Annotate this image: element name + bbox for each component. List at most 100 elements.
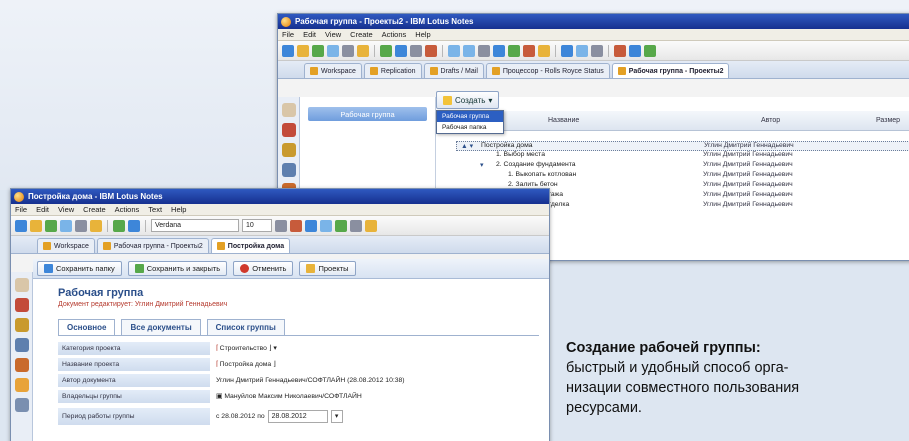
refresh-icon[interactable] (113, 219, 125, 232)
font-size-select[interactable]: 10 (242, 219, 272, 232)
bookmarks-icon[interactable] (14, 278, 29, 292)
mark-icon[interactable] (523, 44, 535, 57)
menu-create[interactable]: Create (83, 205, 106, 214)
folder-icon[interactable] (297, 44, 309, 57)
bullets-icon[interactable] (350, 219, 362, 232)
menu-actions[interactable]: Actions (382, 30, 407, 39)
column-size[interactable]: Размер (876, 117, 900, 124)
calendar-icon[interactable] (538, 44, 550, 57)
todo-side-icon[interactable] (14, 358, 29, 372)
italic-icon[interactable] (305, 219, 317, 232)
window-titlebar[interactable]: Рабочая группа - Проекты2 - IBM Lotus No… (278, 14, 909, 29)
menu-edit[interactable]: Edit (303, 30, 316, 39)
menu-view[interactable]: View (58, 205, 74, 214)
table-row[interactable]: ▾ 2. Создание фундамента Углин Дмитрий Г… (456, 161, 909, 171)
contacts-side-icon[interactable] (281, 163, 296, 177)
open-icon[interactable] (282, 44, 294, 57)
field-category-value[interactable]: ⌈Строительство ⌋ ▾ (210, 344, 277, 352)
attach-icon[interactable] (493, 44, 505, 57)
expand-twistie-icon[interactable]: ▲ ▾ (461, 142, 473, 150)
text-color-icon[interactable] (275, 219, 287, 232)
menu-item-workgroup[interactable]: Рабочая группа (437, 111, 503, 122)
nav-next-icon[interactable] (591, 44, 603, 57)
menu-view[interactable]: View (325, 30, 341, 39)
tab-mail[interactable]: Drafts / Mail (423, 63, 484, 78)
tab-main[interactable]: Основное (58, 319, 116, 335)
mail-side-icon[interactable] (14, 298, 29, 312)
calendar-side-icon[interactable] (281, 143, 296, 157)
contacts-side-icon[interactable] (14, 338, 29, 352)
save-close-button[interactable]: Сохранить и закрыть (127, 261, 228, 276)
column-name[interactable]: Название (548, 117, 579, 124)
calendar-picker-icon[interactable]: ▾ (330, 409, 343, 423)
caption-line: ресурсами. (566, 400, 642, 416)
delete-icon[interactable] (425, 44, 437, 57)
calendar-side-icon[interactable] (14, 318, 29, 332)
back-icon[interactable] (45, 219, 57, 232)
home-icon[interactable] (357, 44, 369, 57)
stop-icon[interactable] (342, 44, 354, 57)
notebook-side-icon[interactable] (14, 378, 29, 392)
menu-help[interactable]: Help (415, 30, 430, 39)
replication-side-icon[interactable] (14, 398, 29, 412)
nav-back-icon[interactable] (561, 44, 573, 57)
font-name-select[interactable]: Verdana (151, 219, 239, 232)
mail-side-icon[interactable] (281, 123, 296, 137)
save-folder-button[interactable]: Сохранить папку (37, 261, 122, 276)
table-row[interactable]: ▲ ▾ Постройка дома Углин Дмитрий Геннадь… (456, 141, 909, 151)
bookmark-icon[interactable] (644, 44, 656, 57)
menu-create[interactable]: Create (350, 30, 373, 39)
tab-document[interactable]: Постройка дома (210, 238, 291, 253)
forward-icon[interactable] (327, 44, 339, 57)
nav-up-icon[interactable] (576, 44, 588, 57)
menu-item-workfolder[interactable]: Рабочая папка (437, 122, 503, 133)
create-button[interactable]: Создать ▾ (436, 91, 500, 109)
table-row[interactable]: 1. Выбор места Углин Дмитрий Геннадьевич (456, 151, 909, 161)
period-end-date-input[interactable]: 28.08.2012 (267, 409, 328, 423)
folder-icon[interactable] (30, 219, 42, 232)
menu-text[interactable]: Text (148, 205, 162, 214)
menu-actions[interactable]: Actions (115, 205, 140, 214)
projects-button[interactable]: Проекты (299, 261, 356, 276)
menu-help[interactable]: Help (171, 205, 186, 214)
tab-workgroup[interactable]: Рабочая группа - Проекты2 (611, 63, 730, 78)
search-icon[interactable] (629, 44, 641, 57)
tab-all-documents[interactable]: Все документы (121, 319, 201, 335)
column-author[interactable]: Автор (761, 117, 780, 124)
print-icon[interactable] (128, 219, 140, 232)
tab-workgroup[interactable]: Рабочая группа - Проекты2 (96, 238, 209, 253)
underline-icon[interactable] (320, 219, 332, 232)
reply-icon[interactable] (448, 44, 460, 57)
cancel-button[interactable]: Отменить (233, 261, 294, 276)
print-icon[interactable] (395, 44, 407, 57)
forward-mail-icon[interactable] (463, 44, 475, 57)
numbering-icon[interactable] (365, 219, 377, 232)
copy-icon[interactable] (410, 44, 422, 57)
forward-icon[interactable] (60, 219, 72, 232)
open-icon[interactable] (15, 219, 27, 232)
bold-icon[interactable] (290, 219, 302, 232)
tab-group-list[interactable]: Список группы (206, 319, 285, 335)
menu-file[interactable]: File (15, 205, 27, 214)
tab-workspace[interactable]: Workspace (37, 238, 95, 253)
menu-file[interactable]: File (282, 30, 294, 39)
table-row[interactable]: 1. Выкопать котлован Углин Дмитрий Генна… (456, 171, 909, 181)
window-titlebar[interactable]: Постройка дома - IBM Lotus Notes (11, 189, 549, 204)
align-icon[interactable] (335, 219, 347, 232)
field-project-name-value[interactable]: ⌈Постройка дома ⌋ (210, 360, 276, 368)
bookmarks-icon[interactable] (281, 103, 296, 117)
find-icon[interactable] (614, 44, 626, 57)
tab-replication[interactable]: Replication (363, 63, 422, 78)
refresh-icon[interactable] (380, 44, 392, 57)
home-icon[interactable] (90, 219, 102, 232)
stop-icon[interactable] (75, 219, 87, 232)
flag-icon[interactable] (478, 44, 490, 57)
back-icon[interactable] (312, 44, 324, 57)
collapse-twistie-icon[interactable]: ▾ (480, 161, 483, 169)
tab-workspace[interactable]: Workspace (304, 63, 362, 78)
field-owners-value[interactable]: ▣ Мануйлов Максим Николаевич/СОФТЛАЙН (210, 392, 362, 400)
check-icon[interactable] (508, 44, 520, 57)
nav-item-workgroup[interactable]: Рабочая группа (308, 107, 427, 121)
menu-edit[interactable]: Edit (36, 205, 49, 214)
tab-processor[interactable]: Процессор - Rolls Royce Status (485, 63, 610, 78)
